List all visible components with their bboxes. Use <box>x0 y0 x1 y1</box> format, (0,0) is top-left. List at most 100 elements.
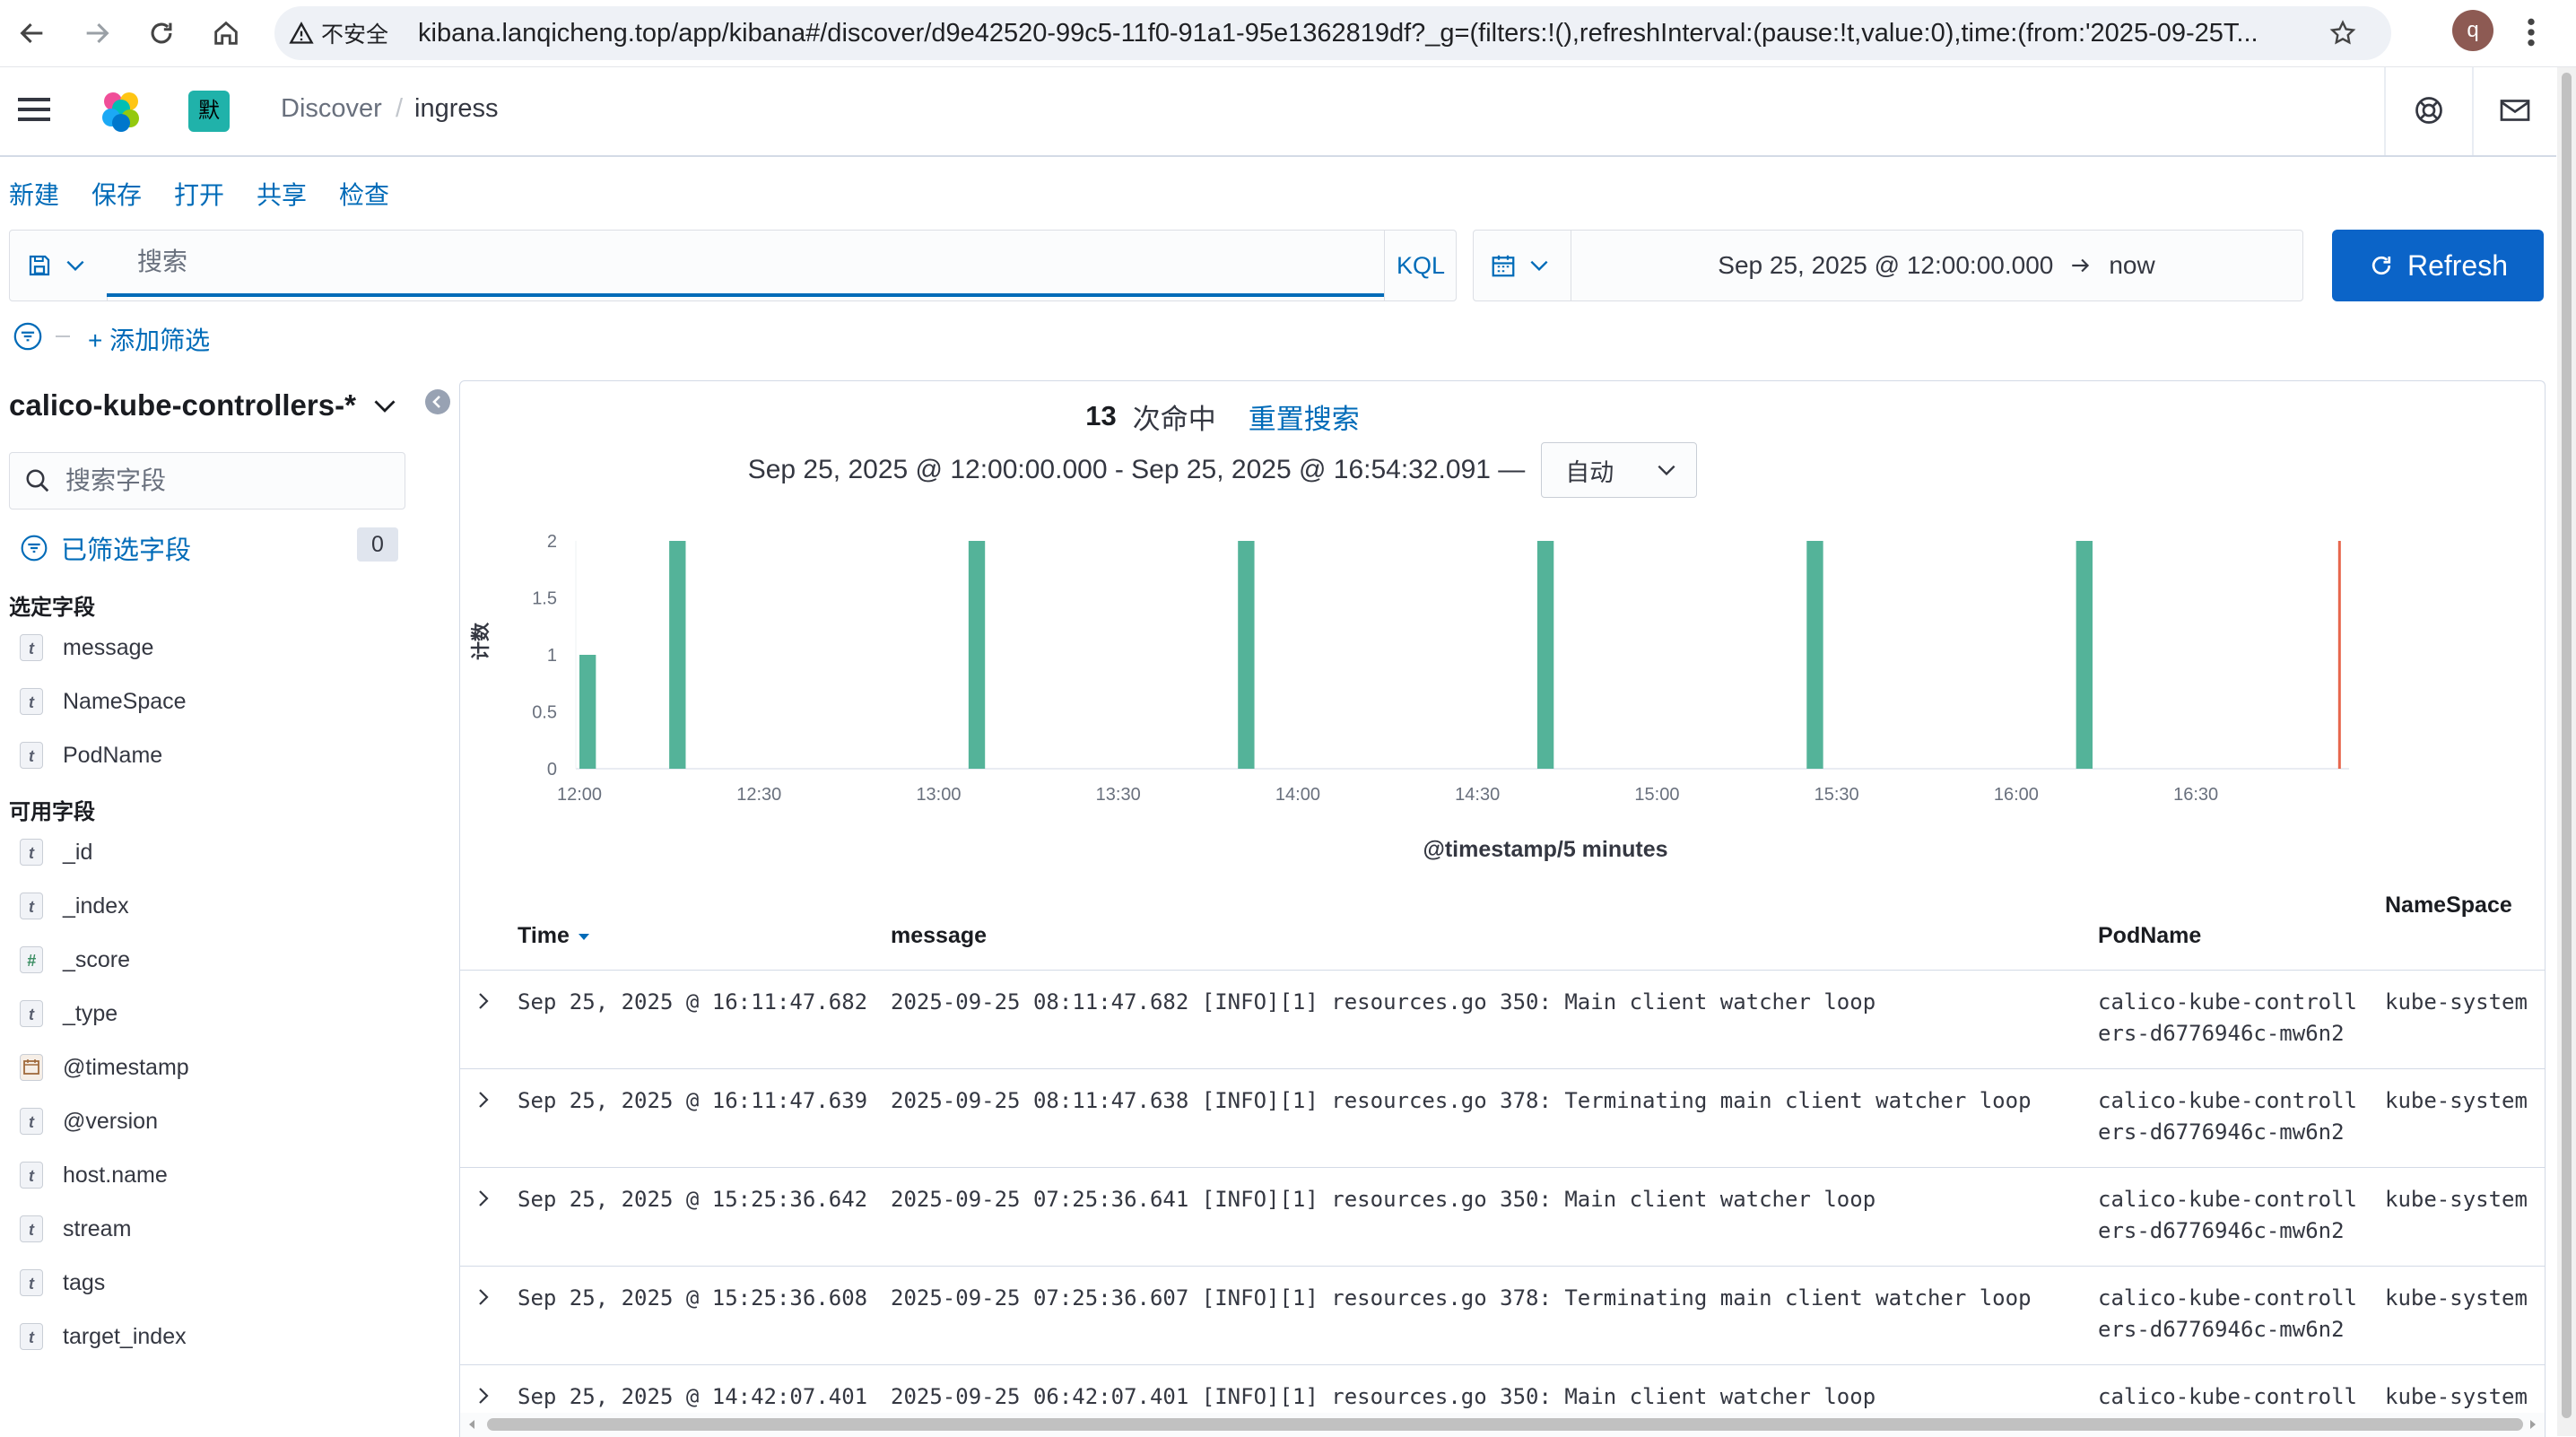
profile-avatar[interactable]: q <box>2452 10 2493 51</box>
field-name: host.name <box>63 1162 168 1188</box>
field-item[interactable]: t NameSpace <box>20 680 187 723</box>
filter-count-badge: 0 <box>357 527 398 562</box>
interval-select[interactable]: 自动 <box>1541 442 1698 498</box>
kql-language-button[interactable]: KQL <box>1384 231 1457 300</box>
field-item[interactable]: t PodName <box>20 734 162 777</box>
y-axis-label: 计数 <box>470 622 492 660</box>
collapse-sidebar-button[interactable] <box>425 389 450 414</box>
chevron-right-icon[interactable] <box>473 1385 494 1407</box>
date-field-icon <box>20 1054 43 1081</box>
address-bar[interactable]: 不安全 kibana.lanqicheng.top/app/kibana#/di… <box>274 6 2391 60</box>
refresh-button[interactable]: Refresh <box>2332 230 2544 301</box>
table-row: Sep 25, 2025 @ 15:25:36.608 2025-09-25 07… <box>460 1267 2545 1365</box>
security-indicator[interactable]: 不安全 <box>289 6 388 60</box>
histogram-bar[interactable] <box>2076 541 2093 769</box>
field-item[interactable]: t stream <box>20 1207 131 1250</box>
field-item[interactable]: t target_index <box>20 1315 187 1358</box>
chevron-right-icon[interactable] <box>473 990 494 1012</box>
menu-share[interactable]: 共享 <box>257 176 307 212</box>
quick-menu-button[interactable] <box>1474 231 1571 300</box>
histogram-bar[interactable] <box>1536 541 1554 769</box>
y-tick-label: 0 <box>547 760 557 779</box>
field-search-input[interactable] <box>64 453 399 509</box>
scroll-left-icon[interactable] <box>466 1418 478 1431</box>
field-item[interactable]: t _index <box>20 884 129 928</box>
filter-by-type-button[interactable]: 已筛选字段 <box>20 529 191 567</box>
menu-save[interactable]: 保存 <box>91 176 142 212</box>
field-item[interactable]: t _id <box>20 831 92 874</box>
table-row: Sep 25, 2025 @ 16:11:47.682 2025-09-25 08… <box>460 971 2545 1069</box>
column-time[interactable]: Time <box>518 923 591 949</box>
histogram-chart[interactable]: 0 0.5 1 1.5 2 12:00 12:30 13:00 13:30 14:00 14:30… <box>460 507 2545 884</box>
bookmark-star-icon[interactable] <box>2328 19 2357 48</box>
field-name: @version <box>63 1108 158 1134</box>
scroll-right-icon[interactable] <box>2527 1418 2539 1431</box>
cell-podname-line1: calico-kube-controll <box>2098 1384 2357 1409</box>
hamburger-menu-icon[interactable] <box>18 96 50 123</box>
time-start[interactable]: Sep 25, 2025 @ 12:00:00.000 <box>1718 251 2053 280</box>
horizontal-scroll-thumb[interactable] <box>487 1418 2523 1431</box>
histogram-bar[interactable] <box>1238 541 1255 769</box>
menu-new[interactable]: 新建 <box>9 176 59 212</box>
url-text[interactable]: kibana.lanqicheng.top/app/kibana#/discov… <box>418 6 2346 60</box>
x-tick-label: 14:30 <box>1455 785 1500 805</box>
forward-icon[interactable] <box>70 6 124 60</box>
cell-message: 2025-09-25 08:11:47.682 [INFO][1] resour… <box>891 989 1876 1015</box>
histogram-bar[interactable] <box>968 541 986 769</box>
menu-open[interactable]: 打开 <box>174 176 224 212</box>
filter-options-icon[interactable] <box>13 321 43 352</box>
field-item[interactable]: t _type <box>20 992 117 1035</box>
browser-toolbar: 不安全 kibana.lanqicheng.top/app/kibana#/di… <box>0 0 2576 67</box>
x-tick-label: 15:30 <box>1815 785 1859 805</box>
add-filter-button[interactable]: + 添加筛选 <box>88 321 210 357</box>
field-item[interactable]: t message <box>20 626 153 669</box>
table-row: Sep 25, 2025 @ 16:11:47.639 2025-09-25 08… <box>460 1069 2545 1168</box>
chevron-right-icon[interactable] <box>473 1089 494 1110</box>
reset-search-button[interactable]: 重置搜索 <box>1249 396 1360 437</box>
chevron-down-icon <box>66 260 84 272</box>
horizontal-scrollbar[interactable] <box>460 1413 2545 1437</box>
table-row: Sep 25, 2025 @ 15:25:36.642 2025-09-25 07… <box>460 1168 2545 1267</box>
cell-podname-line2: ers-d6776946c-mw6n2 <box>2098 1021 2345 1046</box>
cell-namespace: kube-system <box>2385 1187 2528 1212</box>
search-input[interactable] <box>107 231 1384 297</box>
home-icon[interactable] <box>199 6 253 60</box>
space-avatar[interactable]: 默 <box>188 91 230 132</box>
breadcrumb-discover[interactable]: Discover <box>281 94 382 124</box>
field-item[interactable]: t @version <box>20 1100 158 1143</box>
histogram-bar[interactable] <box>579 655 596 769</box>
field-item[interactable]: # _score <box>20 938 130 981</box>
page-scrollbar[interactable] <box>2557 67 2576 1436</box>
column-podname[interactable]: PodName <box>2098 923 2201 949</box>
mail-icon[interactable] <box>2499 96 2531 125</box>
chevron-right-icon[interactable] <box>473 1286 494 1308</box>
field-item[interactable]: t host.name <box>20 1154 168 1197</box>
kibana-logo-icon[interactable] <box>99 89 144 134</box>
menu-inspect[interactable]: 检查 <box>339 176 389 212</box>
string-field-icon: t <box>20 634 43 661</box>
page-scroll-thumb[interactable] <box>2562 73 2572 1418</box>
histogram-bar[interactable] <box>1806 541 1823 769</box>
sort-down-icon[interactable] <box>577 931 591 942</box>
index-pattern-selector[interactable]: calico-kube-controllers-* <box>9 388 397 422</box>
saved-query-button[interactable] <box>10 231 108 300</box>
breadcrumb-current: ingress <box>414 94 499 123</box>
time-range-display[interactable]: Sep 25, 2025 @ 12:00:00.000 now <box>1571 231 2302 300</box>
chevron-right-icon[interactable] <box>473 1188 494 1209</box>
reload-icon[interactable] <box>135 6 188 60</box>
column-message[interactable]: message <box>891 923 987 949</box>
column-namespace[interactable]: NameSpace <box>2385 893 2512 919</box>
back-icon[interactable] <box>5 6 59 60</box>
help-icon[interactable] <box>2413 94 2445 126</box>
chart-bars[interactable] <box>579 541 2093 769</box>
interval-value: 自动 <box>1565 458 1614 486</box>
cell-namespace: kube-system <box>2385 989 2528 1015</box>
histogram-bar[interactable] <box>669 541 686 769</box>
field-item[interactable]: t tags <box>20 1261 105 1304</box>
hit-count: 13 <box>1085 400 1117 431</box>
browser-menu-icon[interactable] <box>2522 14 2540 50</box>
results-panel: 13 次命中 重置搜索 Sep 25, 2025 @ 12:00:00.000 … <box>459 380 2546 1437</box>
string-field-icon: t <box>20 1000 43 1027</box>
time-end[interactable]: now <box>2109 251 2154 280</box>
field-item[interactable]: @timestamp <box>20 1046 189 1089</box>
